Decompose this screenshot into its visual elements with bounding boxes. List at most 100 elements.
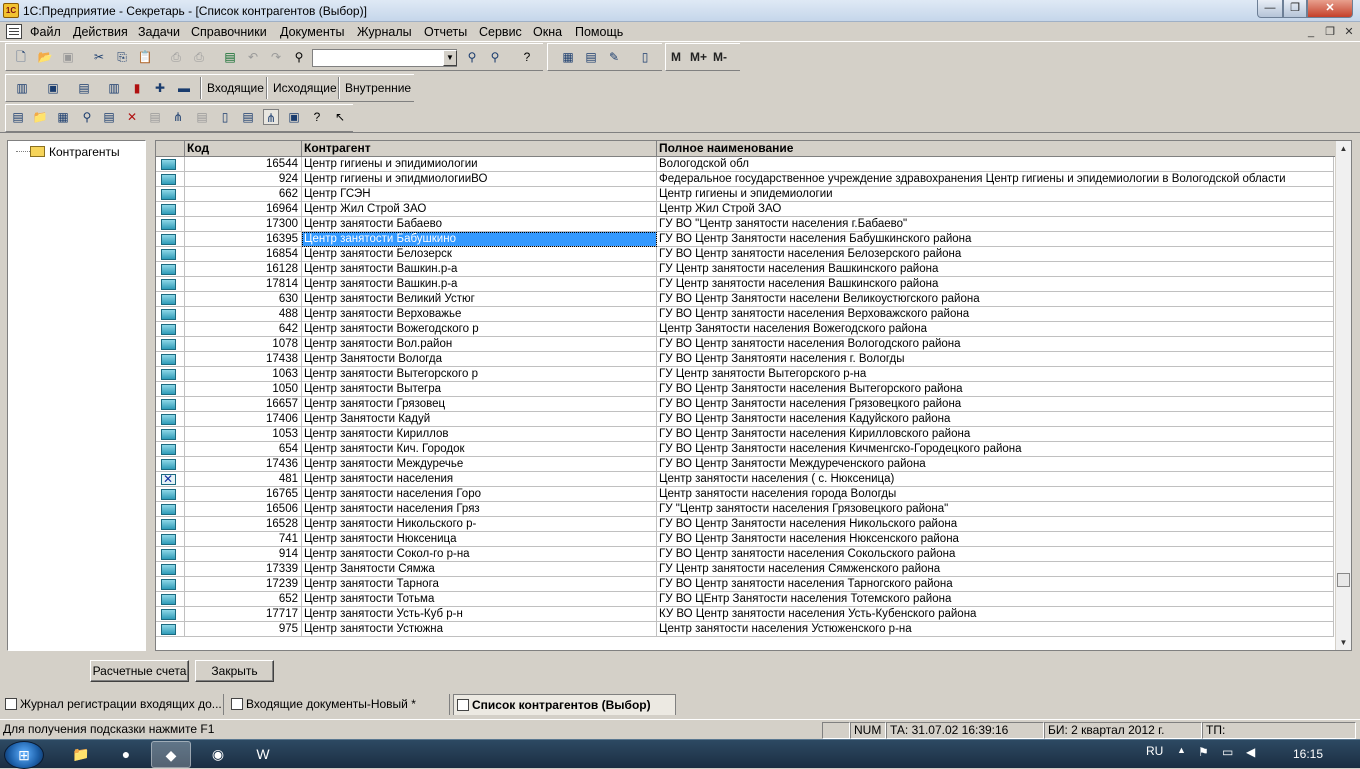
full-name-cell[interactable]: Центр занятости населения ( с. Нюксеница… [657, 472, 1334, 487]
memory-button[interactable]: M [671, 50, 681, 64]
full-name-cell[interactable]: ГУ ВО ЦЕнтр Занятости населения Тотемско… [657, 592, 1334, 607]
copy-icon[interactable]: ⎘ [114, 49, 130, 65]
explorer-taskbar-icon[interactable]: 📁 [61, 741, 101, 768]
menu-reports[interactable]: Отчеты [424, 25, 467, 39]
mdi-minimize-icon[interactable]: _ [1303, 26, 1319, 40]
binoculars-icon[interactable]: ⚲ [291, 49, 307, 65]
code-cell[interactable]: 17339 [185, 562, 302, 577]
code-cell[interactable]: 654 [185, 442, 302, 457]
menu-file[interactable]: Файл [30, 25, 61, 39]
full-name-cell[interactable]: ГУ Центр занятости населения Вашкинского… [657, 262, 1334, 277]
table-row[interactable]: 17717 Центр занятости Усть-Куб р-н КУ ВО Ц… [156, 607, 1334, 622]
contractor-cell[interactable]: Центр ГСЭН [302, 187, 657, 202]
contractor-cell[interactable]: Центр занятости Верховажье [302, 307, 657, 322]
contractor-cell[interactable]: Центр занятости Грязовец [302, 397, 657, 412]
table-row[interactable]: 16528 Центр занятости Никольского р- ГУ ВО… [156, 517, 1334, 532]
table-row[interactable]: 16964 Центр Жил Строй ЗАО Центр Жил Строй … [156, 202, 1334, 217]
contractor-cell[interactable]: Центр занятости населения Гряз [302, 502, 657, 517]
table-row[interactable]: 1053 Центр занятости Кириллов ГУ ВО Центр … [156, 427, 1334, 442]
contractor-cell[interactable]: Центр гигиены и эпидимиологии [302, 157, 657, 172]
contractor-cell[interactable]: Центр занятости Вытегра [302, 382, 657, 397]
code-cell[interactable]: 662 [185, 187, 302, 202]
save-icon[interactable]: ▣ [60, 49, 76, 65]
code-cell[interactable]: 924 [185, 172, 302, 187]
mdi-restore-icon[interactable]: ❐ [1322, 26, 1338, 40]
contractor-cell[interactable]: Центр занятости Вашкин.р-а [302, 277, 657, 292]
table-row[interactable]: 16506 Центр занятости населения Гряз ГУ "Ц… [156, 502, 1334, 517]
copy-item-icon[interactable]: ▤ [147, 109, 163, 125]
contractor-cell[interactable]: Центр занятости Вол.район [302, 337, 657, 352]
full-name-cell[interactable]: ГУ ВО Центр Занятости населения Вытегорс… [657, 382, 1334, 397]
full-name-cell[interactable]: Вологодской обл [657, 157, 1334, 172]
header-contractor[interactable]: Контрагент [302, 141, 657, 156]
code-cell[interactable]: 16506 [185, 502, 302, 517]
find-prev-icon[interactable]: ⚲ [487, 49, 503, 65]
contractor-cell[interactable]: Центр Жил Строй ЗАО [302, 202, 657, 217]
contractor-cell[interactable]: Центр занятости населения [302, 472, 657, 487]
search-combo-input[interactable] [312, 49, 457, 67]
contractor-cell[interactable]: Центр Занятости Вологда [302, 352, 657, 367]
code-cell[interactable]: 488 [185, 307, 302, 322]
code-cell[interactable]: 630 [185, 292, 302, 307]
full-name-cell[interactable]: ГУ ВО Центр Занятости населения Нюксенск… [657, 532, 1334, 547]
table-row[interactable]: 481Центр занятости населенияЦентр занято… [156, 472, 1334, 487]
contractor-cell[interactable]: Центр занятости Белозерск [302, 247, 657, 262]
clock[interactable]: 16:15 [1293, 747, 1323, 761]
full-name-cell[interactable]: Центр Жил Строй ЗАО [657, 202, 1334, 217]
code-cell[interactable]: 17717 [185, 607, 302, 622]
menu-windows[interactable]: Окна [533, 25, 562, 39]
contractor-cell[interactable]: Центр занятости населения Горо [302, 487, 657, 502]
contractor-cell[interactable]: Центр занятости Вытегорского р [302, 367, 657, 382]
display-icon[interactable]: ▣ [286, 109, 302, 125]
maximize-button[interactable]: ❐ [1283, 0, 1307, 18]
tray-flag-icon[interactable]: ⚑ [1198, 745, 1209, 759]
find-next-icon[interactable]: ⚲ [464, 49, 480, 65]
new-icon[interactable]: 🗋 [13, 49, 29, 65]
menu-documents[interactable]: Документы [280, 25, 344, 39]
code-cell[interactable]: 1053 [185, 427, 302, 442]
table-row[interactable]: 17436 Центр занятости Междуречье ГУ ВО Цен… [156, 457, 1334, 472]
start-button[interactable]: ⊞ [4, 741, 44, 769]
contractor-cell[interactable]: Центр Занятости Кадуй [302, 412, 657, 427]
header-code[interactable]: Код [185, 141, 302, 156]
code-cell[interactable]: 652 [185, 592, 302, 607]
print-preview-icon[interactable]: ⎙ [191, 49, 207, 65]
full-name-cell[interactable]: ГУ ВО Центр Занятости населени Великоуст… [657, 292, 1334, 307]
full-name-cell[interactable]: Центр гигиены и эпидемиологии [657, 187, 1334, 202]
table-row[interactable]: 975 Центр занятости Устюжна Центр занятост… [156, 622, 1334, 637]
move-item-icon[interactable]: ▤ [194, 109, 210, 125]
full-name-cell[interactable]: ГУ ВО "Центр занятости населения г.Бабае… [657, 217, 1334, 232]
table-row[interactable]: 17339 Центр Занятости Сямжа ГУ Центр занят… [156, 562, 1334, 577]
table-row[interactable]: 924 Центр гигиены и эпидмиологииВО Федерал… [156, 172, 1334, 187]
tree-view-icon[interactable]: ⋔ [263, 109, 279, 125]
add-row-icon[interactable]: ✚ [152, 80, 168, 96]
undo-icon[interactable]: ↶ [245, 49, 261, 65]
code-cell[interactable]: 17436 [185, 457, 302, 472]
contractor-cell[interactable]: Центр занятости Великий Устюг [302, 292, 657, 307]
group-tree[interactable]: Контрагенты [7, 140, 146, 651]
scroll-down-icon[interactable]: ▼ [1336, 635, 1351, 650]
table-row[interactable]: 488 Центр занятости Верховажье ГУ ВО Центр… [156, 307, 1334, 322]
code-cell[interactable]: 17239 [185, 577, 302, 592]
properties-icon[interactable]: ▯ [217, 109, 233, 125]
full-name-cell[interactable]: ГУ ВО Центр занятости населения Белозерс… [657, 247, 1334, 262]
table-row[interactable]: 642 Центр занятости Вожегодского р Центр З… [156, 322, 1334, 337]
code-cell[interactable]: 16854 [185, 247, 302, 262]
code-cell[interactable]: 1078 [185, 337, 302, 352]
context-help-icon[interactable]: ↖ [332, 109, 348, 125]
code-cell[interactable]: 741 [185, 532, 302, 547]
code-cell[interactable]: 16964 [185, 202, 302, 217]
table-row[interactable]: 17438 Центр Занятости Вологда ГУ ВО Центр … [156, 352, 1334, 367]
open-icon[interactable]: 📂 [37, 49, 53, 65]
redo-icon[interactable]: ↷ [268, 49, 284, 65]
full-name-cell[interactable]: ГУ ВО Центр Занятости населения Грязовец… [657, 397, 1334, 412]
table-row[interactable]: 17406 Центр Занятости Кадуй ГУ ВО Центр За… [156, 412, 1334, 427]
menu-service[interactable]: Сервис [479, 25, 522, 39]
contractor-cell[interactable]: Центр занятости Вожегодского р [302, 322, 657, 337]
contractors-table[interactable]: Код Контрагент Полное наименование 16544… [155, 140, 1352, 651]
code-cell[interactable]: 16528 [185, 517, 302, 532]
tools-icon[interactable]: ✎ [606, 49, 622, 65]
code-cell[interactable]: 914 [185, 547, 302, 562]
help-book-icon[interactable]: ▤ [222, 49, 238, 65]
table-row[interactable]: 662 Центр ГСЭН Центр гигиены и эпидемиолог… [156, 187, 1334, 202]
